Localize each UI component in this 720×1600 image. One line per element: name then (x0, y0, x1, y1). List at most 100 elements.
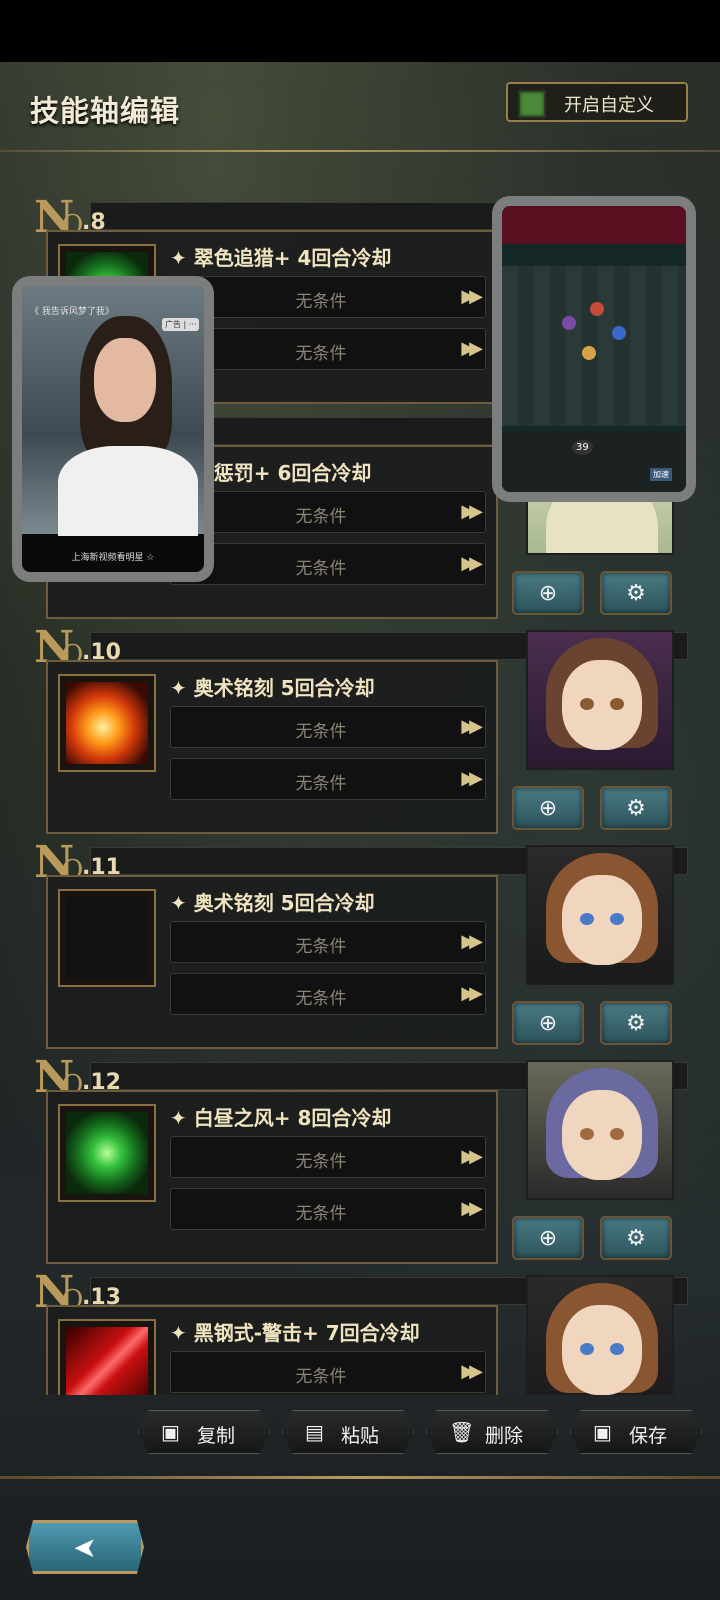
condition-text: 无条件 (295, 344, 347, 364)
double-arrow-icon: ▶▶ (461, 931, 483, 952)
video-frame: 《 我告诉风梦了我》 广告 | ··· (22, 286, 204, 536)
save-button[interactable]: ▣ 保存 (570, 1410, 702, 1454)
gameplay-overlay[interactable]: 39 加速 (492, 196, 696, 502)
gear-icon: ⚙ (626, 581, 646, 606)
character-portrait (526, 1275, 674, 1395)
settings-button[interactable]: ⚙ (600, 1001, 672, 1045)
skill-card: ✦ 黑钢式-警击+ 7回合冷却 无条件 ▶▶ (46, 1305, 498, 1395)
condition-slot-1[interactable]: 无条件 ▶▶ (170, 921, 486, 963)
timeline-entry: NO .12 ✦ 白昼之风+ 8回合冷却 无条件 ▶▶ 无条件 ▶▶ ⊕ ⚙ (30, 1050, 690, 1280)
custom-toggle-button[interactable]: 开启自定义 (506, 82, 688, 122)
clipboard-icon: ▤ (305, 1420, 324, 1444)
game-hud: 39 (502, 432, 686, 492)
skill-name: ✦ 白昼之风+ 8回合冷却 (170, 1106, 392, 1130)
timeline-entry: NO .10 ✦ 奥术铭刻 5回合冷却 无条件 ▶▶ 无条件 ▶▶ ⊕ ⚙ (30, 620, 690, 850)
speed-label[interactable]: 加速 (650, 468, 672, 481)
video-caption: 上海新视频看明星 ☆ (71, 553, 155, 563)
enemy-sprite (590, 302, 604, 316)
condition-text: 无条件 (295, 937, 347, 957)
zoom-in-icon: ⊕ (538, 1011, 558, 1036)
gear-icon: ⚙ (626, 796, 646, 821)
condition-text: 无条件 (295, 774, 347, 794)
character-portrait (526, 630, 674, 770)
empty-skill-slot[interactable] (58, 889, 156, 987)
settings-button[interactable]: ⚙ (600, 786, 672, 830)
condition-text: 无条件 (295, 989, 347, 1009)
skill-card: ✦ 白昼之风+ 8回合冷却 无条件 ▶▶ 无条件 ▶▶ (46, 1090, 498, 1264)
condition-text: 无条件 (295, 292, 347, 312)
double-arrow-icon: ▶▶ (461, 1146, 483, 1167)
condition-slot-1[interactable]: 无条件 ▶▶ (170, 1351, 486, 1393)
video-ad-overlay[interactable]: 《 我告诉风梦了我》 广告 | ··· 上海新视频看明星 ☆ (12, 276, 214, 582)
delete-label: 删除 (485, 1425, 524, 1447)
condition-slot-1[interactable]: 无条件 ▶▶ (170, 276, 486, 318)
copy-label: 复制 (197, 1425, 236, 1447)
skill-card: ✦ 奥术铭刻 5回合冷却 无条件 ▶▶ 无条件 ▶▶ (46, 875, 498, 1049)
settings-button[interactable]: ⚙ (600, 571, 672, 615)
floppy-icon: ▣ (161, 1420, 180, 1444)
ad-tag[interactable]: 广告 | ··· (162, 318, 200, 331)
condition-slot-2[interactable]: 无条件 ▶▶ (170, 543, 486, 585)
floppy-icon: ▣ (593, 1420, 612, 1444)
copy-button[interactable]: ▣ 复制 (138, 1410, 270, 1454)
header-divider (0, 150, 720, 152)
back-button[interactable]: ➤ (26, 1520, 144, 1574)
dungeon-floor (502, 266, 686, 426)
save-label: 保存 (629, 1425, 668, 1447)
condition-text: 无条件 (295, 507, 347, 527)
condition-text: 无条件 (295, 1367, 347, 1387)
condition-text: 无条件 (295, 1204, 347, 1224)
gear-icon: ⚙ (626, 1226, 646, 1251)
green-swirl-skill-icon[interactable] (58, 1104, 156, 1202)
double-arrow-icon: ▶▶ (461, 501, 483, 522)
condition-text: 无条件 (295, 559, 347, 579)
custom-checkbox[interactable] (518, 90, 546, 118)
double-arrow-icon: ▶▶ (461, 1198, 483, 1219)
double-arrow-icon: ▶▶ (461, 553, 483, 574)
double-arrow-icon: ▶▶ (461, 286, 483, 307)
condition-text: 无条件 (295, 722, 347, 742)
condition-text: 无条件 (295, 1152, 347, 1172)
paste-button[interactable]: ▤ 粘贴 (282, 1410, 414, 1454)
page-title: 技能轴编辑 (30, 94, 181, 128)
skill-name: ✦ 奥术铭刻 5回合冷却 (170, 891, 375, 915)
double-arrow-icon: ▶▶ (461, 338, 483, 359)
condition-slot-2[interactable]: 无条件 ▶▶ (170, 1188, 486, 1230)
red-blade-skill-icon[interactable] (58, 1319, 156, 1395)
enemy-sprite (562, 316, 576, 330)
fireball-skill-icon[interactable] (58, 674, 156, 772)
hero-sprite (582, 346, 596, 360)
settings-button[interactable]: ⚙ (600, 1216, 672, 1260)
character-portrait (526, 1060, 674, 1200)
action-bar: ▣ 复制 ▤ 粘贴 🗑 删除 ▣ 保存 (0, 1392, 720, 1476)
double-arrow-icon: ▶▶ (461, 716, 483, 737)
condition-slot-2[interactable]: 无条件 ▶▶ (170, 328, 486, 370)
zoom-button[interactable]: ⊕ (512, 1216, 584, 1260)
zoom-button[interactable]: ⊕ (512, 1001, 584, 1045)
delete-button[interactable]: 🗑 删除 (426, 1410, 558, 1454)
condition-slot-1[interactable]: 无条件 ▶▶ (170, 491, 486, 533)
footer-divider (0, 1476, 720, 1479)
paste-label: 粘贴 (341, 1425, 380, 1447)
turn-counter: 39 (572, 440, 593, 455)
condition-slot-1[interactable]: 无条件 ▶▶ (170, 706, 486, 748)
double-arrow-icon: ▶▶ (461, 768, 483, 789)
condition-slot-1[interactable]: 无条件 ▶▶ (170, 1136, 486, 1178)
zoom-button[interactable]: ⊕ (512, 786, 584, 830)
zoom-in-icon: ⊕ (538, 581, 558, 606)
condition-slot-2[interactable]: 无条件 ▶▶ (170, 973, 486, 1015)
gear-icon: ⚙ (626, 1011, 646, 1036)
skill-name: ✦ 翠色追猎+ 4回合冷却 (170, 246, 392, 270)
condition-slot-2[interactable]: 无条件 ▶▶ (170, 758, 486, 800)
double-arrow-icon: ▶▶ (461, 1361, 483, 1382)
skill-name: ✦ 黑钢式-警击+ 7回合冷却 (170, 1321, 420, 1345)
timeline-entry: NO .13 ✦ 黑钢式-警击+ 7回合冷却 无条件 ▶▶ (30, 1265, 690, 1395)
double-arrow-icon: ▶▶ (461, 983, 483, 1004)
skill-card: ✦ 奥术铭刻 5回合冷却 无条件 ▶▶ 无条件 ▶▶ (46, 660, 498, 834)
back-arrow-icon: ➤ (73, 1531, 97, 1564)
skill-name: ✦ 奥术铭刻 5回合冷却 (170, 676, 375, 700)
zoom-button[interactable]: ⊕ (512, 571, 584, 615)
zoom-in-icon: ⊕ (538, 796, 558, 821)
video-title: 《 我告诉风梦了我》 (30, 307, 114, 317)
zoom-in-icon: ⊕ (538, 1226, 558, 1251)
